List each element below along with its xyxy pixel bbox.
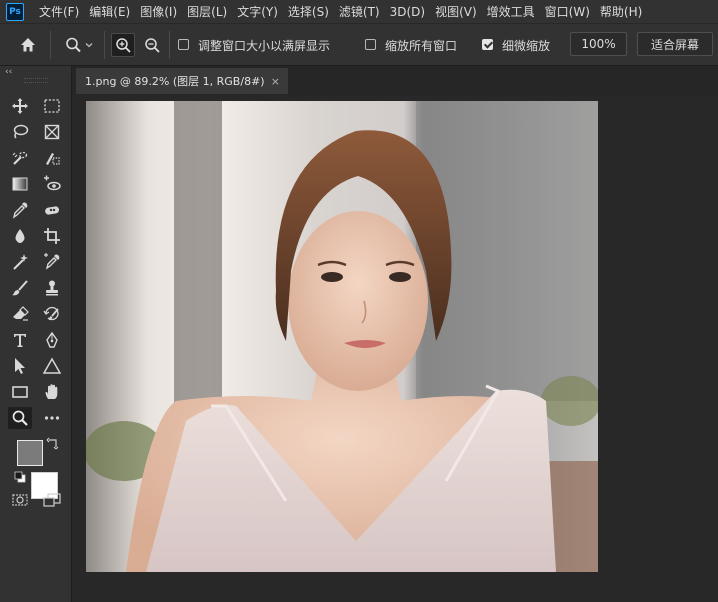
frame-tool-icon[interactable] [40,121,64,143]
rectangle-tool-icon[interactable] [8,381,32,403]
zoom-out-button[interactable] [140,33,164,57]
marquee-tool-icon[interactable] [40,95,64,117]
crop-tool-icon[interactable] [40,225,64,247]
options-separator [104,31,105,59]
resize-windows-checkbox[interactable] [178,39,189,50]
photoshop-logo: Ps [6,2,24,21]
pen-tool-icon[interactable] [40,329,64,351]
hand-tool-icon[interactable] [40,381,64,403]
tool-preset-picker[interactable] [58,34,100,56]
home-button[interactable] [14,34,42,56]
menu-view[interactable]: 视图(V) [430,3,482,20]
zoom-tool-icon[interactable] [8,407,32,429]
quick-mask-icon[interactable] [8,489,32,511]
zoom-all-windows-label[interactable]: 缩放所有窗口 [385,37,457,54]
menu-image[interactable]: 图像(I) [135,3,182,20]
menu-help[interactable]: 帮助(H) [595,3,647,20]
menu-type[interactable]: 文字(Y) [232,3,283,20]
gradient-tool-icon[interactable] [8,173,32,195]
screen-mode-icon[interactable] [40,489,64,511]
foreground-color-swatch[interactable] [17,440,43,466]
lasso-tool-icon[interactable] [8,121,32,143]
quick-select-tool-icon[interactable] [8,147,32,169]
options-separator [169,31,170,59]
stamp-tool-icon[interactable] [40,277,64,299]
default-colors-icon[interactable] [14,468,26,483]
type-tool-icon[interactable] [8,329,32,351]
zoom-out-icon [144,37,160,53]
triangle-tool-icon[interactable] [40,355,64,377]
zoom-100-button[interactable]: 100% [570,32,627,56]
eyedropper-tool-icon[interactable] [8,199,32,221]
move-tool-icon[interactable] [8,95,32,117]
tools-panel: ‹‹ [0,66,72,602]
resize-windows-label[interactable]: 调整窗口大小以满屏显示 [198,37,330,54]
home-icon [21,38,35,52]
menu-file[interactable]: 文件(F) [34,3,84,20]
brush-tool-icon[interactable] [8,277,32,299]
zoom-all-windows-checkbox[interactable] [365,39,376,50]
zoom-in-button[interactable] [111,33,135,57]
scrubby-zoom-checkbox[interactable] [482,39,493,50]
options-bar: 调整窗口大小以满屏显示 缩放所有窗口 细微缩放 100% 适合屏幕 [0,23,718,66]
zoom-preset-icon [66,37,81,53]
menu-edit[interactable]: 编辑(E) [84,3,135,20]
menu-filter[interactable]: 滤镜(T) [334,3,385,20]
magic-eraser-tool-icon[interactable] [8,251,32,273]
options-separator [50,31,51,59]
document-tab[interactable]: 1.png @ 89.2% (图层 1, RGB/8#) × [76,68,288,94]
menu-window[interactable]: 窗口(W) [540,3,595,20]
document-tab-title: 1.png @ 89.2% (图层 1, RGB/8#) [85,75,265,88]
collapse-panel-icon[interactable]: ‹‹ [5,67,12,77]
swap-colors-icon[interactable] [46,435,60,450]
close-tab-icon[interactable]: × [271,75,280,88]
menu-layer[interactable]: 图层(L) [182,3,232,20]
menu-plugins[interactable]: 增效工具 [482,3,540,20]
color-sampler-tool-icon[interactable] [40,251,64,273]
path-select-tool-icon[interactable] [8,355,32,377]
scrubby-zoom-label[interactable]: 细微缩放 [502,37,550,54]
menu-select[interactable]: 选择(S) [283,3,334,20]
history-brush-tool-icon[interactable] [40,303,64,325]
portrait-photo [86,101,598,572]
fit-screen-button[interactable]: 适合屏幕 [637,32,713,56]
canvas-image[interactable] [86,101,598,572]
zoom-in-icon [115,37,131,53]
document-tab-bar: 1.png @ 89.2% (图层 1, RGB/8#) × [72,66,718,95]
menu-3d[interactable]: 3D(D) [385,5,430,19]
chevron-down-icon [85,43,93,48]
blur-tool-icon[interactable] [8,225,32,247]
slice-tool-icon[interactable] [40,147,64,169]
menu-bar: Ps 文件(F) 编辑(E) 图像(I) 图层(L) 文字(Y) 选择(S) 滤… [0,0,718,23]
spot-heal-tool-icon[interactable] [40,199,64,221]
panel-grip[interactable] [24,78,48,83]
eraser-tool-icon[interactable] [8,303,32,325]
more-tools-icon[interactable] [40,407,64,429]
red-eye-tool-icon[interactable] [40,173,64,195]
